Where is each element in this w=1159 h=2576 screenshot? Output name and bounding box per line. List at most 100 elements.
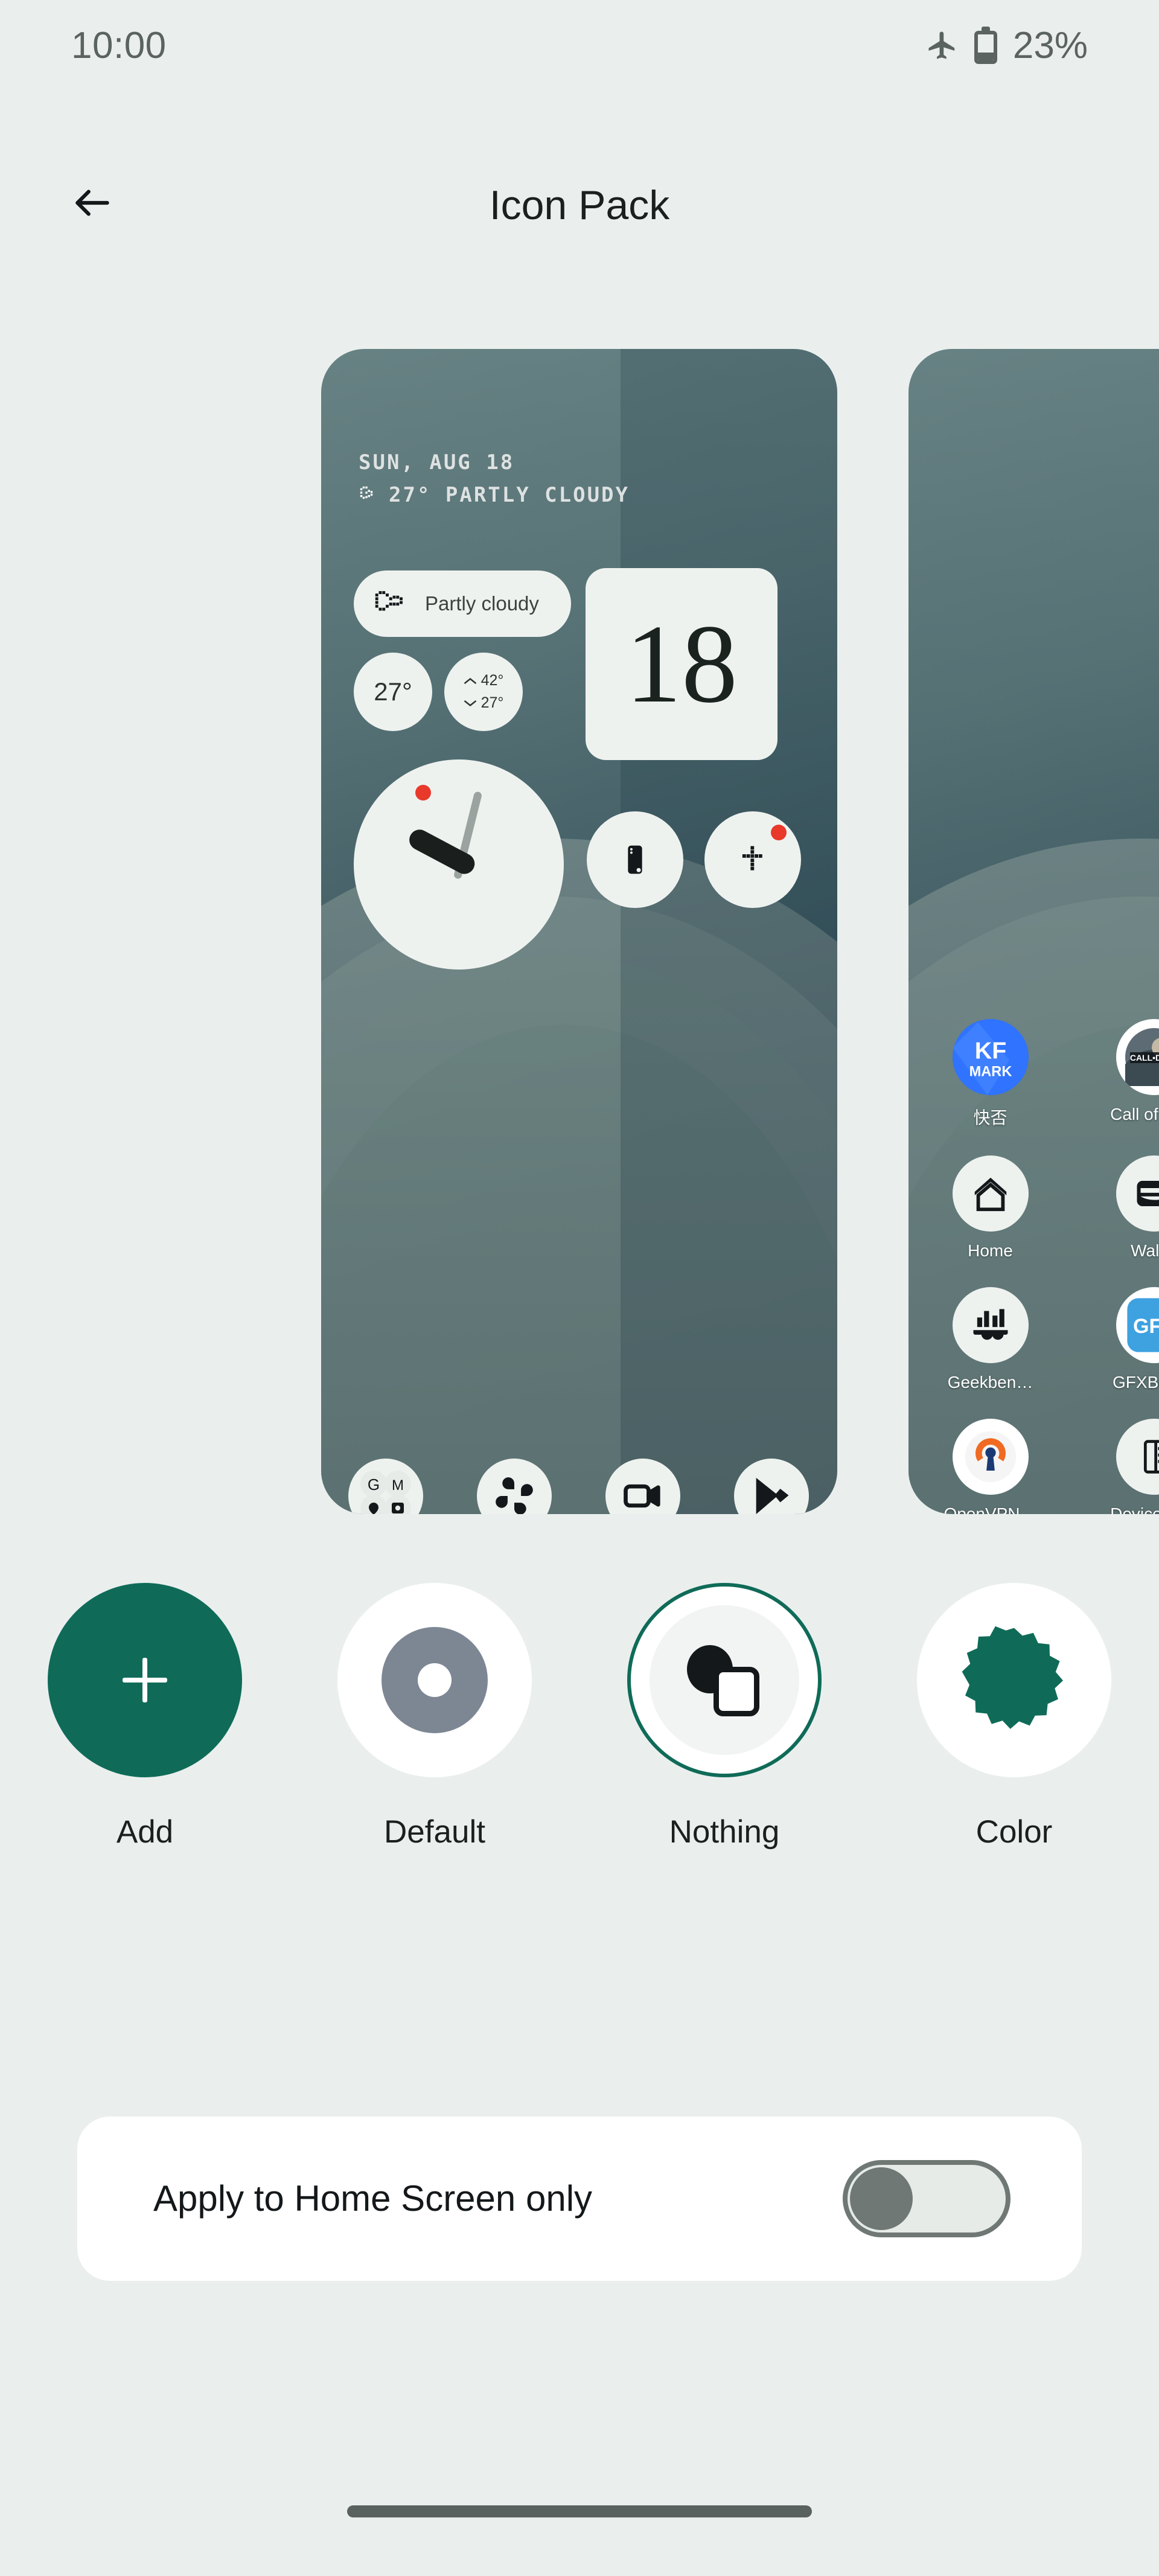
icon-style-chooser: Add Default Nothing Color (0, 1583, 1159, 1993)
default-style-button[interactable] (337, 1583, 532, 1777)
clock-widget[interactable] (354, 759, 564, 970)
app-item[interactable]: CALL•DUTY Call of Duty (1072, 1019, 1159, 1129)
phone-device-icon (628, 845, 642, 874)
app-label: Device In… (1110, 1504, 1159, 1514)
call-of-duty-icon: CALL•DUTY (1116, 1019, 1159, 1095)
app-label: Wallet (1131, 1241, 1159, 1260)
color-style-button[interactable] (917, 1583, 1111, 1777)
camcorder-glyph (623, 1484, 660, 1508)
app-icon-compass[interactable] (704, 811, 801, 908)
app-item[interactable]: Play Store (707, 1459, 835, 1514)
airplane-mode-icon (926, 29, 959, 62)
phone2-row: Geekben… GFX GFXBench (908, 1287, 1159, 1392)
style-label: Default (384, 1814, 485, 1850)
app-label: OpenVPN… (943, 1504, 1037, 1514)
current-temp: 27° (354, 653, 432, 731)
status-indicators: 23% (926, 24, 1088, 67)
app-item[interactable]: Wallet (1072, 1155, 1159, 1261)
phone1-app-row: G M Google (321, 1459, 837, 1514)
app-icon-device[interactable] (587, 811, 683, 908)
weather-widget[interactable]: Partly cloudy (354, 570, 571, 637)
app-item[interactable]: OpenVPN… (908, 1419, 1072, 1514)
home-glyph (974, 1177, 1006, 1212)
icon-pack-screen: 10:00 23% Icon Pack SUN, AUG 18 27° PART… (0, 0, 1159, 2576)
phone-preview-2[interactable]: KF MARK 快否 CALL• Call of Home Wal Geekbe… (908, 349, 1159, 1514)
home-indicator[interactable] (347, 2505, 812, 2517)
moon-cloud-icon (360, 486, 373, 499)
app-item[interactable]: Geekben… (908, 1287, 1072, 1392)
svg-text:M: M (392, 1477, 404, 1494)
arrow-left-icon (75, 190, 109, 216)
notification-badge (771, 825, 787, 840)
phone2-row: OpenVPN… Device In… (908, 1419, 1159, 1514)
google-meet-icon (605, 1459, 680, 1514)
apply-home-screen-card[interactable]: Apply to Home Screen only (77, 2117, 1082, 2281)
phone2-row: KF MARK 快否 CALL• Call of (908, 1019, 1159, 1129)
app-item[interactable]: Device In… (1072, 1419, 1159, 1514)
icon-style-default[interactable]: Default (290, 1583, 580, 1993)
calendar-widget[interactable]: 18 (586, 568, 777, 760)
app-item[interactable]: Meet (578, 1459, 707, 1514)
scalloped-icon (962, 1626, 1063, 1729)
partly-cloudy-dot-icon (375, 591, 403, 611)
icon-style-color[interactable]: Color (869, 1583, 1159, 1993)
app-label: Home (968, 1241, 1013, 1260)
app-item[interactable]: KF MARK 快否 (908, 1019, 1072, 1129)
low-temp: 27° (481, 694, 504, 711)
geekbench-icon (952, 1287, 1029, 1363)
app-item[interactable]: Home (908, 1155, 1072, 1261)
app-item[interactable]: GFX GFXBench (1072, 1287, 1159, 1392)
style-label: Add (116, 1814, 174, 1850)
app-label: Call of Duty (1110, 1105, 1159, 1123)
cross-dot-icon (742, 846, 762, 871)
icon-style-nothing[interactable]: Nothing (580, 1583, 869, 1993)
high-temp: 42° (481, 672, 504, 689)
icon-style-add[interactable]: Add (0, 1583, 290, 1993)
style-label: Nothing (669, 1814, 780, 1850)
nothing-style-button[interactable] (627, 1583, 822, 1777)
battery-icon (974, 27, 997, 64)
app-label: 快否 (973, 1108, 1007, 1127)
svg-text:G: G (367, 1475, 379, 1494)
google-folder-glyph: G M (360, 1471, 411, 1514)
chevron-up-icon (464, 677, 476, 684)
preview-carousel[interactable]: SUN, AUG 18 27° PARTLY CLOUDY Partly clo… (0, 349, 1159, 1514)
status-bar: 10:00 23% (0, 0, 1159, 91)
back-button[interactable] (53, 164, 132, 242)
app-bar: Icon Pack (0, 154, 1159, 257)
svg-text:MARK: MARK (969, 1064, 1012, 1080)
phone2-app-grid: KF MARK 快否 CALL• Call of Home Wal Geekbe… (908, 1019, 1159, 1514)
play-triangle-glyph (756, 1477, 788, 1514)
svg-text:GFX: GFX (1132, 1315, 1159, 1338)
matrix-condition-text: 27° PARTLY CLOUDY (389, 483, 630, 507)
device-info-icon (1116, 1419, 1159, 1495)
plus-icon (123, 1658, 167, 1702)
chevron-down-icon (464, 700, 476, 706)
toggle-knob (850, 2167, 913, 2230)
calendar-day: 18 (625, 602, 738, 726)
google-home-icon (952, 1155, 1029, 1232)
app-item[interactable]: G M Google (321, 1459, 450, 1514)
weather-label: Partly cloudy (425, 592, 539, 615)
app-label: Geekben… (947, 1373, 1033, 1392)
kfmark-icon: KF MARK (952, 1019, 1029, 1095)
google-folder-icon: G M (348, 1459, 423, 1514)
app-item[interactable]: Photos (450, 1459, 578, 1514)
svg-text:CALL•DUTY: CALL•DUTY (1129, 1053, 1159, 1063)
matrix-date: SUN, AUG 18 (359, 450, 515, 475)
app-label: GFXBench (1113, 1373, 1159, 1392)
wallet-glyph (1137, 1181, 1159, 1206)
add-style-button[interactable] (48, 1583, 242, 1777)
svg-text:KF: KF (974, 1038, 1006, 1064)
phone-preview-1[interactable]: SUN, AUG 18 27° PARTLY CLOUDY Partly clo… (321, 349, 837, 1514)
status-clock: 10:00 (71, 24, 167, 66)
google-photos-icon (476, 1459, 552, 1514)
gfxbench-icon: GFX (1116, 1287, 1159, 1363)
notification-badge (415, 785, 431, 801)
phone2-row: Home Wallet (908, 1155, 1159, 1261)
google-wallet-icon (1116, 1155, 1159, 1232)
donut-icon (382, 1627, 488, 1733)
pinwheel-glyph (495, 1477, 533, 1514)
apply-home-screen-toggle[interactable] (843, 2160, 1011, 2237)
matrix-condition: 27° PARTLY CLOUDY (359, 483, 630, 507)
